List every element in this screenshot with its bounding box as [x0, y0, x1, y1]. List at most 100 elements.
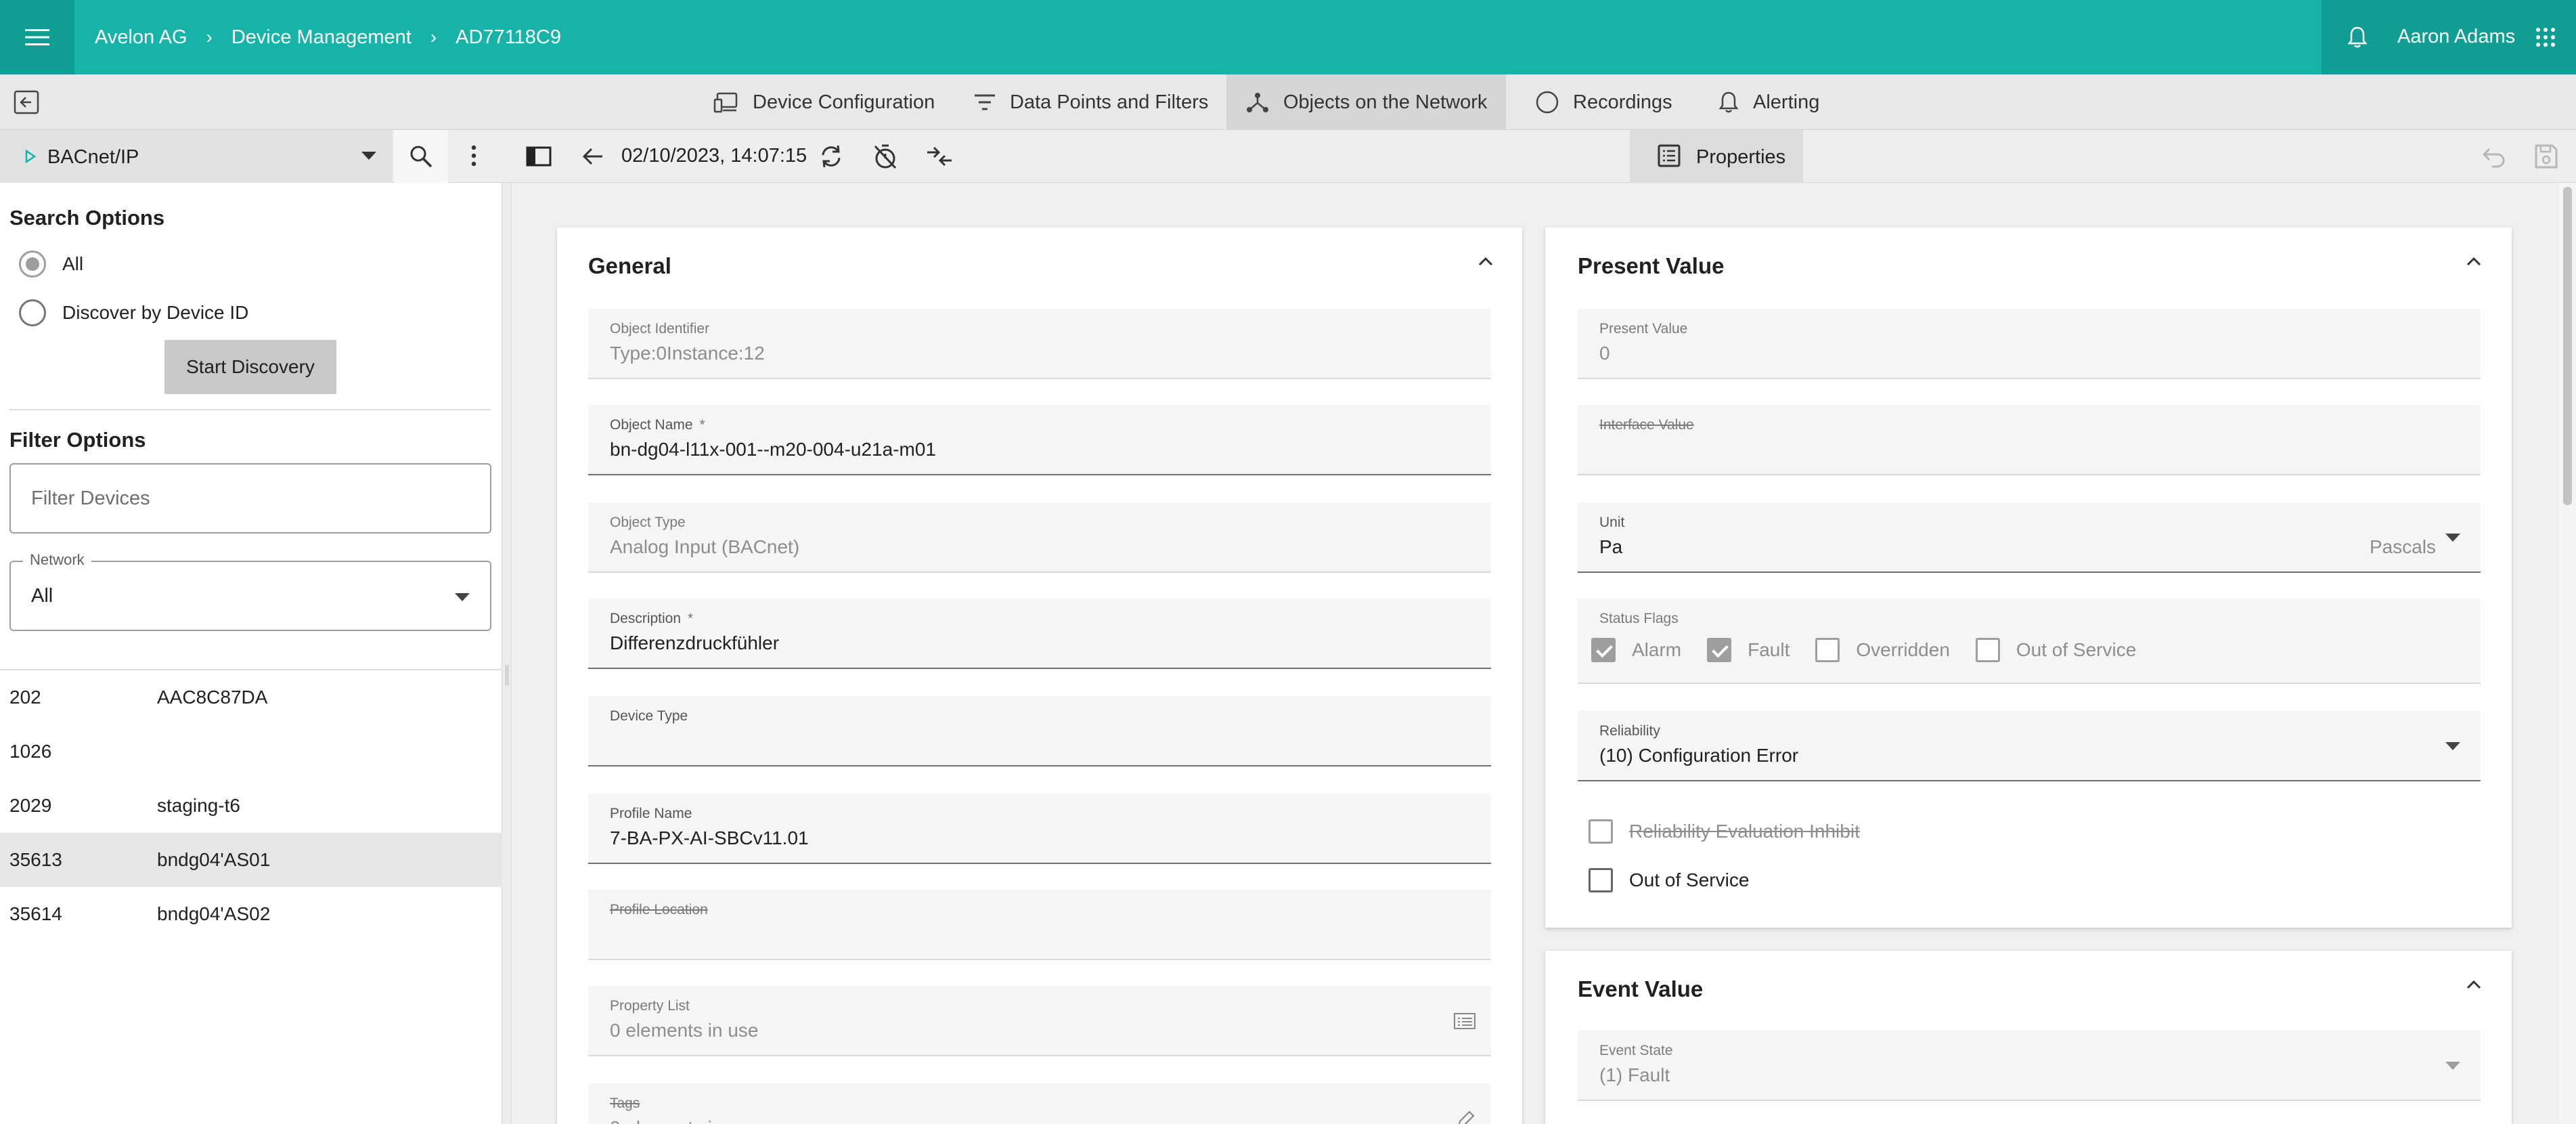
network-filter-select[interactable]: Network All: [9, 551, 491, 631]
radio-button-checked[interactable]: [19, 251, 46, 278]
tab-alerting[interactable]: Alerting: [1699, 74, 1838, 130]
back-arrow-icon[interactable]: [579, 143, 606, 170]
object-name-label: Object Name: [610, 417, 693, 433]
bell-icon: [1718, 91, 1739, 113]
checkbox[interactable]: [1589, 819, 1613, 844]
network-filter-value: All: [31, 585, 53, 607]
object-name-field[interactable]: Object Name * bn-dg04-l11x-001--m20-004-u…: [588, 405, 1491, 475]
tags-field[interactable]: Tags 0 elements in use: [588, 1083, 1491, 1124]
filter-devices-input[interactable]: [9, 463, 491, 534]
search-options-title: Search Options: [9, 206, 165, 230]
object-type-field: Object Type Analog Input (BACnet): [588, 502, 1491, 573]
field-value: Analog Input (BACnet): [610, 536, 800, 557]
tab-properties[interactable]: Properties: [1630, 130, 1803, 183]
reliability-select[interactable]: Reliability (10) Configuration Error: [1578, 711, 2481, 781]
field-value: 0 elements in use: [610, 1020, 759, 1041]
unit-select[interactable]: Unit Pa Pascals: [1578, 502, 2481, 573]
device-type-field[interactable]: Device Type: [588, 696, 1491, 766]
user-area: Aaron Adams: [2322, 0, 2576, 74]
breadcrumb-item-device-management[interactable]: Device Management: [231, 26, 412, 49]
description-field[interactable]: Description * Differenzdruckfühler: [588, 599, 1491, 669]
device-row[interactable]: 202 AAC8C87DA: [0, 670, 502, 725]
profile-name-field[interactable]: Profile Name 7-BA-PX-AI-SBCv11.01: [588, 794, 1491, 864]
vertical-scrollbar[interactable]: [2559, 183, 2576, 1124]
required-marker: *: [699, 417, 705, 433]
timer-off-icon[interactable]: [872, 143, 899, 170]
status-flags-field: Status Flags Alarm Fault Overridden Out …: [1578, 599, 2481, 684]
device-row[interactable]: 2029 staging-t6: [0, 779, 502, 833]
tab-label: Data Points and Filters: [1010, 91, 1209, 113]
toggle-panel-icon[interactable]: [525, 143, 552, 170]
chevron-up-icon[interactable]: [2466, 256, 2482, 267]
search-icon: [410, 146, 432, 168]
field-label: Profile Name: [610, 806, 692, 821]
event-value-card-title: Event Value: [1578, 976, 1704, 1001]
flag-label: Alarm: [1632, 639, 1682, 660]
start-discovery-button[interactable]: Start Discovery: [164, 340, 336, 394]
list-icon[interactable]: [1453, 1012, 1476, 1031]
property-list-field[interactable]: Property List 0 elements in use: [588, 986, 1491, 1056]
flag-alarm: Alarm: [1591, 638, 1681, 662]
event-value-card: Event Value Event State (1) Fault: [1545, 951, 2512, 1124]
undo-icon[interactable]: [2480, 144, 2507, 171]
device-list: 202 AAC8C87DA 1026 2029 staging-t6 35613…: [0, 669, 502, 941]
resize-grip-icon: [506, 665, 508, 685]
refresh-icon[interactable]: [818, 143, 845, 170]
scrollbar-thumb[interactable]: [2563, 187, 2572, 505]
out-of-service-checkbox[interactable]: Out of Service: [1589, 868, 1749, 892]
timestamp: 02/10/2023, 14:07:15: [621, 145, 807, 167]
chevron-up-icon[interactable]: [1478, 256, 1494, 267]
device-row[interactable]: 35614 bndg04'AS02: [0, 887, 502, 941]
menu-button[interactable]: [0, 0, 74, 74]
reliability-evaluation-inhibit-checkbox[interactable]: Reliability Evaluation Inhibit: [1589, 819, 1860, 844]
tab-bar: Device Configuration Data Points and Fil…: [0, 74, 2576, 130]
event-state-select: Event State (1) Fault: [1578, 1031, 2481, 1101]
user-name[interactable]: Aaron Adams: [2397, 26, 2515, 48]
main-content: General Object Identifier Type:0Instance…: [512, 183, 2576, 1124]
chevron-up-icon[interactable]: [2466, 979, 2482, 990]
device-name: bndg04'AS01: [157, 849, 271, 870]
breadcrumb-item-company[interactable]: Avelon AG: [95, 26, 187, 49]
collapse-sidebar-icon[interactable]: [14, 90, 39, 114]
tab-recordings[interactable]: Recordings: [1516, 74, 1691, 130]
radio-all[interactable]: All: [19, 251, 83, 278]
edit-pencil-icon[interactable]: [1456, 1109, 1476, 1124]
tab-data-points-and-filters[interactable]: Data Points and Filters: [954, 74, 1227, 130]
flag-label: Fault: [1748, 639, 1790, 660]
sidebar-resize-handle[interactable]: [502, 183, 512, 1124]
notifications-bell-icon[interactable]: [2347, 26, 2368, 49]
description-label: Description: [610, 611, 682, 626]
device-name: bndg04'AS02: [157, 903, 271, 924]
field-label: Object Identifier: [610, 321, 710, 337]
breadcrumb-item-device[interactable]: AD77118C9: [456, 26, 561, 49]
radio-button[interactable]: [19, 299, 46, 326]
field-label: Description *: [610, 611, 693, 627]
device-row[interactable]: 1026: [0, 725, 502, 779]
more-options-icon[interactable]: [460, 142, 487, 169]
present-value-card-title: Present Value: [1578, 253, 1725, 278]
tab-objects-on-the-network[interactable]: Objects on the Network: [1226, 74, 1507, 130]
breadcrumb-separator: ›: [430, 26, 437, 47]
general-card: General Object Identifier Type:0Instance…: [557, 228, 1522, 1124]
tab-device-configuration[interactable]: Device Configuration: [694, 74, 954, 130]
flag-overridden: Overridden: [1815, 638, 1950, 662]
device-id: 1026: [9, 741, 52, 762]
toolbar: BACnet/IP 02/10/2023, 14:07:15 Propertie…: [0, 130, 2576, 183]
save-icon[interactable]: [2534, 144, 2558, 169]
radio-discover-by-device-id[interactable]: Discover by Device ID: [19, 299, 248, 326]
field-label: Tags: [610, 1096, 640, 1111]
network-icon: [1247, 93, 1268, 112]
apps-grid-icon[interactable]: [2535, 27, 2556, 47]
checkbox: [1815, 638, 1840, 662]
checkbox[interactable]: [1589, 868, 1613, 892]
search-button[interactable]: [394, 130, 448, 183]
network-protocol-select[interactable]: BACnet/IP: [0, 130, 393, 183]
field-value: (1) Fault: [1599, 1064, 1670, 1085]
device-row-selected[interactable]: 35613 bndg04'AS01: [0, 833, 502, 887]
checkbox: [1975, 638, 2000, 662]
device-id: 35613: [9, 849, 62, 870]
radio-discover-label: Discover by Device ID: [62, 302, 249, 323]
checkbox-label: Reliability Evaluation Inhibit: [1629, 821, 1860, 842]
compare-arrows-icon[interactable]: [925, 143, 954, 170]
interface-value-field: Interface Value: [1578, 405, 2481, 475]
